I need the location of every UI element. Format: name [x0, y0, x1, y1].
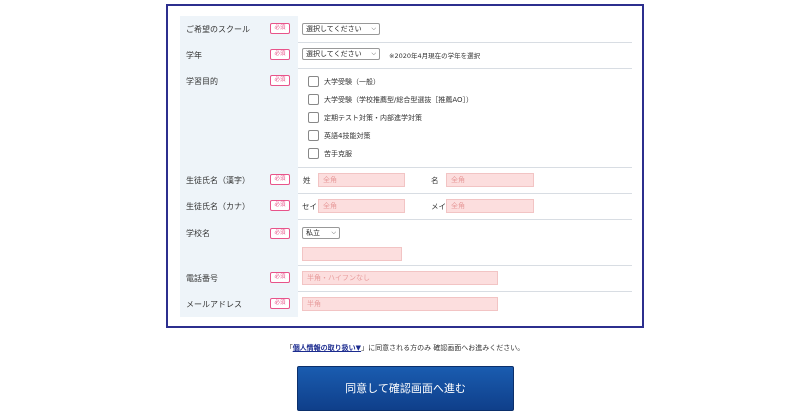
phone-label: 電話番号 — [186, 274, 218, 283]
submit-button[interactable]: 同意して確認画面へ進む — [297, 366, 514, 411]
row-email: メールアドレス 必須 半角 — [180, 291, 632, 317]
agreement-text: 「個人情報の取り扱い▼」に同意される方のみ 確認画面へお進みください。 — [285, 344, 525, 352]
checkbox[interactable] — [308, 130, 319, 141]
row-name-kana: 生徒氏名（カナ） 必須 セイ 全角 メイ 全角 — [180, 193, 632, 220]
required-badge: 必須 — [270, 200, 290, 211]
first-name-kana-input[interactable]: 全角 — [446, 199, 534, 213]
grade-note: ※2020年4月現在の学年を選択 — [389, 52, 481, 60]
school-select[interactable]: 選択してください ⌵ — [302, 23, 380, 35]
row-name-kanji: 生徒氏名（漢字） 必須 姓 全角 名 全角 — [180, 167, 632, 194]
checkbox[interactable] — [308, 94, 319, 105]
phone-input[interactable]: 半角・ハイフンなし — [302, 271, 498, 285]
first-kana-prefix: メイ — [431, 202, 446, 211]
required-badge: 必須 — [270, 298, 290, 309]
school-type-select[interactable]: 私立 ⌵ — [302, 227, 340, 239]
school-name-label: 学校名 — [186, 229, 210, 238]
checkbox[interactable] — [308, 112, 319, 123]
row-school-name: 学校名 必須 私立 ⌵ — [180, 219, 632, 266]
last-name-kanji-input[interactable]: 全角 — [318, 173, 405, 187]
email-label: メールアドレス — [186, 300, 242, 309]
last-kana-prefix: セイ — [302, 202, 317, 211]
privacy-policy-link[interactable]: 個人情報の取り扱い▼ — [293, 344, 361, 352]
inquiry-form: ご希望のスクール 必須 選択してください ⌵ 学年 必須 選択してください ⌵ … — [166, 4, 644, 328]
chevron-down-icon: ⌵ — [331, 229, 336, 236]
school-label: ご希望のスクール — [186, 25, 250, 34]
name-kana-label: 生徒氏名（カナ） — [186, 202, 250, 211]
first-name-kanji-input[interactable]: 全角 — [446, 173, 534, 187]
email-input[interactable]: 半角 — [302, 297, 498, 311]
last-name-kana-input[interactable]: 全角 — [318, 199, 405, 213]
required-badge: 必須 — [270, 23, 290, 34]
row-phone: 電話番号 必須 半角・ハイフンなし — [180, 265, 632, 292]
first-name-prefix: 名 — [431, 176, 439, 185]
name-kanji-label: 生徒氏名（漢字） — [186, 176, 250, 185]
row-purpose: 学習目的 必須 大学受験（一般） 大学受験（学校推薦型/総合型選抜［推薦AO］）… — [180, 68, 632, 168]
checkbox[interactable] — [308, 148, 319, 159]
last-name-prefix: 姓 — [303, 176, 311, 185]
required-badge: 必須 — [270, 49, 290, 60]
chevron-down-icon: ⌵ — [371, 50, 376, 57]
checkbox[interactable] — [308, 76, 319, 87]
chevron-down-icon: ⌵ — [371, 25, 376, 32]
required-badge: 必須 — [270, 272, 290, 283]
required-badge: 必須 — [270, 174, 290, 185]
required-badge: 必須 — [270, 228, 290, 239]
row-school: ご希望のスクール 必須 選択してください ⌵ — [180, 16, 632, 43]
required-badge: 必須 — [270, 75, 290, 86]
school-name-input[interactable] — [302, 247, 402, 261]
row-grade: 学年 必須 選択してください ⌵ ※2020年4月現在の学年を選択 — [180, 42, 632, 69]
grade-label: 学年 — [186, 51, 202, 60]
purpose-label: 学習目的 — [186, 77, 218, 86]
grade-select[interactable]: 選択してください ⌵ — [302, 48, 380, 60]
